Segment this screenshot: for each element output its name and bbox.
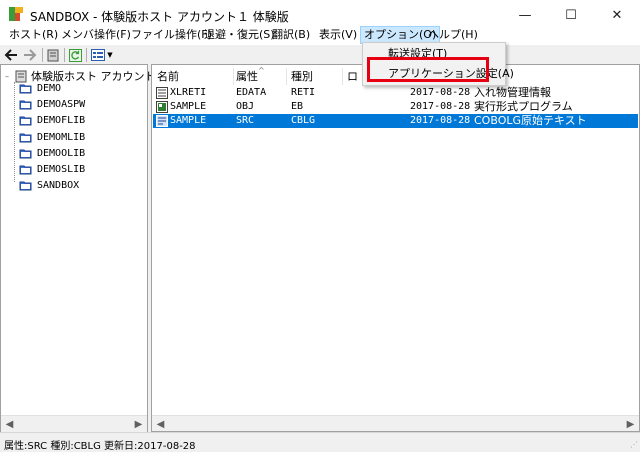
tree-root-label: 体験版ホスト アカウント１ [31,70,167,83]
tree-item-demoflib[interactable]: DEMOFLIB [19,115,85,126]
toolbar-separator [42,48,43,62]
cell-description: 実行形式プログラム [474,100,573,113]
back-arrow-icon [4,49,17,61]
column-header-other[interactable]: ロ [347,68,358,85]
menu-view[interactable]: 表示(V) [316,26,360,44]
column-separator[interactable] [286,68,287,85]
column-header-type[interactable]: 種別 [291,68,313,85]
toolbar: ▼ [0,46,640,64]
list-row[interactable]: XLRETI EDATA RETI 2017-08-28 入れ物管理情報 [153,86,638,100]
status-bar: 属性:SRC 種別:CBLG 更新日:2017-08-28 ⋰ [0,432,640,452]
cell-type: CBLG [291,115,316,126]
menu-translate[interactable]: 翻訳(B) [269,26,313,44]
status-text: 属性:SRC 種別:CBLG 更新日:2017-08-28 [4,441,196,452]
cell-name: XLRETI [170,87,207,98]
cell-type: RETI [291,87,316,98]
menu-host[interactable]: ホスト(R) [6,26,61,44]
toolbar-separator [86,48,87,62]
cell-name: SAMPLE [170,115,207,126]
tree-root-host[interactable]: – 体験版ホスト アカウント１ [5,68,167,84]
tree-item-label: SANDBOX [37,180,80,191]
menu-backup-restore[interactable]: 退避・復元(S) [201,26,278,44]
tree-item-demo[interactable]: DEMO [19,83,61,94]
tree-item-label: DEMOMLIB [37,132,86,143]
cell-description: 入れ物管理情報 [474,86,551,99]
library-folder-icon [19,181,32,191]
scroll-left-icon[interactable]: ◀ [1,416,18,433]
data-file-icon [156,87,168,99]
app-icon [9,7,23,21]
cell-type: EB [291,101,304,112]
tree-item-sandbox[interactable]: SANDBOX [19,180,79,191]
menu-bar: ホスト(R) メンバ操作(F) ファイル操作(F) 退避・復元(S) 翻訳(B)… [0,24,640,46]
cell-date: 2017-08-28 [410,115,471,126]
tree-item-demomlib[interactable]: DEMOMLIB [19,132,85,143]
scroll-right-icon[interactable]: ▶ [130,416,147,433]
back-button[interactable] [2,47,20,63]
forward-button[interactable] [21,47,39,63]
resize-grip-icon[interactable]: ⋰ [630,440,638,449]
forward-arrow-icon [24,49,37,61]
tree-item-label: DEMOOLIB [37,148,86,159]
source-file-icon [156,115,168,127]
view-mode-dropdown[interactable]: ▼ [89,47,115,63]
tree-item-label: DEMOASPW [37,99,86,110]
scroll-left-icon[interactable]: ◀ [152,416,169,431]
tree-item-label: DEMO [37,83,62,94]
list-row[interactable]: SAMPLE OBJ EB 2017-08-28 実行形式プログラム [153,100,638,114]
library-folder-icon [19,133,32,143]
chevron-down-icon: ▼ [107,51,113,59]
cell-description: COBOLG原始テキスト [474,114,587,127]
toolbar-separator [64,48,65,62]
host-icon [15,70,27,82]
cell-name: SAMPLE [170,101,207,112]
sort-ascending-icon: ^ [258,66,265,75]
highlight-annotation-box [367,57,489,82]
executable-icon [156,101,168,113]
cell-attribute: EDATA [236,87,267,98]
tree-item-label: DEMOSLIB [37,164,86,175]
member-list[interactable]: 名前 属性 ^ 種別 ロ XLRETI EDATA RETI 2017-08-2… [151,64,640,432]
list-horizontal-scrollbar[interactable]: ◀ ▶ [152,415,639,431]
cell-date: 2017-08-28 [410,101,471,112]
tree-horizontal-scrollbar[interactable]: ◀ ▶ [1,415,147,432]
column-separator[interactable] [233,68,234,85]
library-folder-icon [19,84,32,94]
tree-item-demoolib[interactable]: DEMOOLIB [19,148,85,159]
expand-toggle-icon[interactable]: – [5,72,13,81]
column-header-attribute-label: 属性 [236,70,258,83]
cell-attribute: OBJ [236,101,255,112]
window-title: SANDBOX - 体験版ホスト アカウント１ 体験版 [30,10,289,24]
column-header-attribute[interactable]: 属性 ^ [236,66,265,85]
library-tree[interactable]: – 体験版ホスト アカウント１ DEMO DEMOASPW DEMOFLIB D… [0,64,167,432]
tree-item-demoslib[interactable]: DEMOSLIB [19,164,85,175]
library-folder-icon [19,149,32,159]
library-folder-icon [19,165,32,175]
library-folder-icon [19,100,32,110]
tree-guide-line [14,82,15,182]
document-icon [47,49,59,61]
library-folder-icon [19,116,32,126]
tree-item-label: DEMOFLIB [37,115,86,126]
cell-date: 2017-08-28 [410,87,471,98]
refresh-icon [68,48,82,62]
list-row-selected[interactable]: SAMPLE SRC CBLG 2017-08-28 COBOLG原始テキスト [153,114,638,128]
scroll-right-icon[interactable]: ▶ [622,416,639,431]
tree-item-demoaspw[interactable]: DEMOASPW [19,99,85,110]
column-header-name[interactable]: 名前 [157,68,179,85]
list-view-icon [91,49,106,61]
properties-button[interactable] [45,47,61,63]
column-separator[interactable] [342,68,343,85]
refresh-button[interactable] [67,47,83,63]
cell-attribute: SRC [236,115,255,126]
menu-member-ops[interactable]: メンバ操作(F) [58,26,134,44]
